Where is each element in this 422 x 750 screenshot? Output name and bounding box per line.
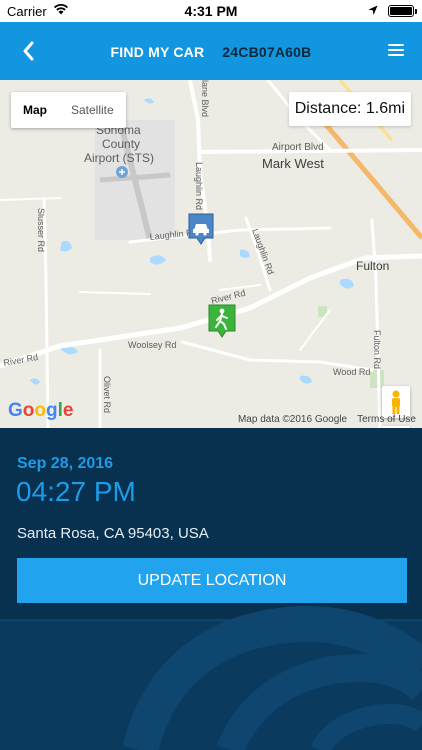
nav-bar: FIND MY CAR 24CB07A60B [0, 22, 422, 80]
distance-label: Distance: 1.6mi [288, 92, 411, 126]
map-label-woolsey-rd: Woolsey Rd [128, 340, 176, 350]
hamburger-menu-icon [388, 44, 404, 46]
map-label-airport-3: Airport (STS) [84, 151, 154, 165]
map-label-fulton: Fulton [356, 259, 389, 273]
map-label-mark-west: Mark West [262, 156, 324, 171]
map-type-toggle: Map Satellite [11, 92, 126, 128]
location-arrow-icon [368, 4, 378, 19]
map-label-fulton-rd: Fulton Rd [372, 330, 382, 369]
map-data-credit: Map data ©2016 Google [237, 414, 348, 425]
hamburger-line [388, 54, 404, 56]
plate-number: 24CB07A60B [222, 44, 312, 60]
google-logo: Google [8, 400, 74, 421]
saved-address: Santa Rosa, CA 95403, USA [17, 525, 209, 542]
map-label-slusser-rd: Slusser Rd [36, 208, 46, 252]
battery-icon [388, 5, 417, 17]
map-label-wood-rd: Wood Rd [333, 367, 370, 377]
update-location-button[interactable]: UPDATE LOCATION [17, 558, 407, 603]
map-label-blvd: lane Blvd [200, 80, 210, 117]
map-attribution: Map data ©2016 Google Terms of Use [228, 414, 416, 425]
nav-title: FIND MY CAR 24CB07A60B [0, 44, 422, 60]
map-label-olivet-rd: Olivet Rd [102, 376, 112, 413]
menu-button[interactable] [388, 44, 404, 58]
saved-date: Sep 28, 2016 [17, 455, 114, 472]
status-bar: Carrier 4:31 PM [0, 0, 422, 22]
map-label-airport-2: County [102, 137, 140, 151]
car-marker-icon[interactable] [187, 212, 215, 246]
status-time: 4:31 PM [184, 3, 238, 19]
map-background: Sonoma County Airport (STS) Airport Blvd… [0, 80, 422, 428]
terms-of-use-link[interactable]: Terms of Use [357, 414, 416, 425]
pedestrian-marker-icon[interactable] [207, 303, 237, 339]
map-type-satellite-button[interactable]: Satellite [59, 92, 126, 128]
saved-time: 04:27 PM [16, 476, 136, 507]
map-type-map-button[interactable]: Map [11, 92, 59, 128]
page-title: FIND MY CAR [110, 44, 205, 60]
hamburger-line [388, 49, 404, 51]
location-details-panel: Sep 28, 2016 04:27 PM Santa Rosa, CA 954… [0, 428, 422, 750]
map-view[interactable]: Sonoma County Airport (STS) Airport Blvd… [0, 80, 422, 428]
map-label-airport-blvd: Airport Blvd [272, 142, 324, 153]
map-label-laughlin-rd-2: Laughlin Rd [194, 162, 204, 210]
